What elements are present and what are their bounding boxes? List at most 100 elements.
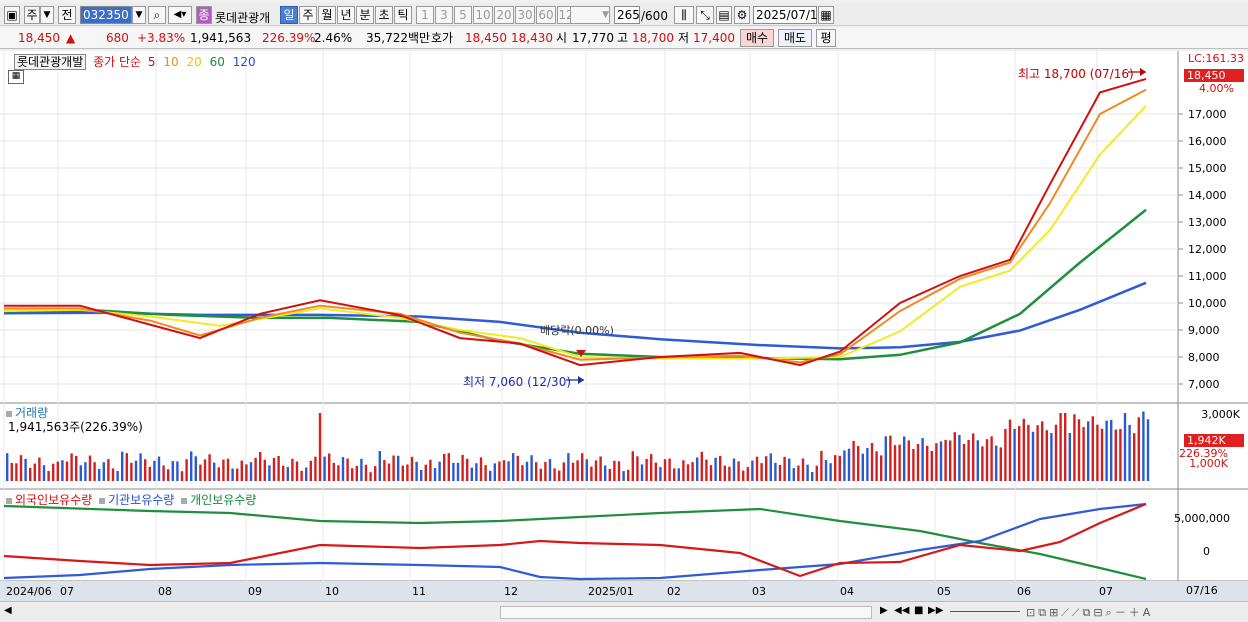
zoom-slider[interactable] — [950, 611, 1020, 612]
volume-bar — [811, 472, 814, 481]
volume-bar — [387, 463, 391, 481]
prev-button[interactable]: 전 — [58, 6, 76, 24]
volume-bar — [548, 458, 552, 481]
window-menu-icon[interactable]: ▣ — [4, 6, 20, 24]
volume-bar — [268, 465, 271, 481]
volume-bar — [415, 461, 418, 481]
volume-bar — [1064, 413, 1067, 481]
volume-bar — [111, 468, 115, 481]
volume-bar — [953, 432, 956, 481]
period-tab-0[interactable]: 일 — [280, 6, 298, 24]
individual-holding-label[interactable]: 개인보유수량 — [190, 493, 256, 507]
speaker-icon[interactable]: ◀▾ — [168, 6, 192, 24]
volume-bar — [378, 451, 381, 481]
chart-canvas[interactable]: 17,000 16,000 15,000 14,000 13,000 12,000 11,0… — [0, 51, 1248, 601]
volume-bar — [470, 467, 473, 481]
ma60-label[interactable]: 60 — [210, 55, 225, 69]
volume-bar — [571, 462, 575, 481]
volume-bar — [226, 458, 230, 481]
volume-bar — [203, 459, 207, 481]
period-tab-4[interactable]: 분 — [356, 6, 374, 24]
period-tab-2[interactable]: 월 — [318, 6, 336, 24]
x-axis-label: 07 — [1099, 585, 1113, 598]
market-dropdown-icon[interactable]: ▼ — [40, 6, 54, 24]
fast-forward-icon[interactable]: ▶▶ — [928, 605, 943, 616]
volume-bar — [893, 445, 897, 481]
ma20-label[interactable]: 20 — [186, 55, 201, 69]
stop-icon[interactable]: ■ — [914, 605, 923, 616]
drawing-tools[interactable]: ⊡⧉⊞⟋⟋⧉⊟⌕－＋A — [1026, 604, 1153, 620]
date-input[interactable]: 2025/07/16 — [753, 6, 825, 24]
volume-bar — [622, 471, 625, 481]
buy-button[interactable]: 매수 — [740, 29, 774, 47]
search-icon[interactable]: ⌕ — [148, 6, 166, 24]
ma120-label[interactable]: 120 — [233, 55, 256, 69]
volume-bar — [723, 465, 726, 481]
volume-bar — [535, 462, 538, 481]
volume-bar — [1036, 425, 1039, 481]
save-icon[interactable]: ▤ — [716, 6, 732, 24]
eval-button[interactable]: 평 — [816, 29, 836, 47]
volume-bar — [792, 468, 795, 481]
tool-icon[interactable]: ⤡ — [696, 6, 714, 24]
volume-bar — [1059, 413, 1062, 481]
period-tab-1[interactable]: 주 — [299, 6, 317, 24]
period-tab-3[interactable]: 년 — [337, 6, 355, 24]
volume-bar — [512, 453, 515, 481]
volume-bar — [332, 462, 335, 481]
volume-bar — [516, 455, 519, 481]
volume-bar — [217, 467, 220, 481]
candle-icon[interactable]: ⫼ — [674, 6, 694, 24]
volume-bar — [829, 463, 832, 481]
code-dropdown-icon[interactable]: ▼ — [132, 6, 146, 24]
low-price: 17,400 — [693, 31, 735, 45]
interval-button-10[interactable]: 10 — [473, 6, 493, 24]
interval-button-60[interactable]: 60 — [536, 6, 556, 24]
interval-dropdown[interactable]: ▼ — [570, 6, 610, 24]
table-icon[interactable]: ▦ — [8, 70, 24, 84]
ma10-label[interactable]: 10 — [163, 55, 178, 69]
count-input[interactable]: 265 — [614, 6, 640, 24]
volume-bar — [360, 458, 363, 481]
ma5-label[interactable]: 5 — [148, 55, 156, 69]
stock-code-input[interactable]: 032350 — [80, 6, 132, 24]
stock-name-tag[interactable]: 롯데관광개발 — [14, 54, 87, 70]
period-tab-6[interactable]: 틱 — [394, 6, 412, 24]
institution-holding-label[interactable]: 기관보유수량 — [108, 493, 174, 507]
interval-button-20[interactable]: 20 — [494, 6, 514, 24]
volume-bar — [190, 451, 193, 481]
gear-icon[interactable]: ⚙ — [734, 6, 750, 24]
volume-bar — [930, 451, 933, 481]
scroll-right-icon[interactable]: ▶ — [880, 605, 888, 616]
calendar-icon[interactable]: ▦ — [818, 6, 834, 24]
volume-bar — [581, 453, 584, 481]
volume-bar — [585, 459, 588, 481]
interval-button-30[interactable]: 30 — [515, 6, 535, 24]
volume-bar — [56, 461, 59, 481]
interval-button-5[interactable]: 5 — [454, 6, 472, 24]
sell-button[interactable]: 매도 — [778, 29, 812, 47]
scroll-left-icon[interactable]: ◀ — [4, 605, 12, 616]
price-legend: 롯데관광개발 종가 단순 5 10 20 60 120 — [14, 53, 256, 70]
scroll-thumb[interactable] — [500, 606, 872, 619]
market-select[interactable]: 주 — [24, 6, 40, 24]
volume-box: 1,942K — [1184, 434, 1244, 447]
chart-area[interactable]: 17,000 16,000 15,000 14,000 13,000 12,000 11,0… — [0, 51, 1248, 601]
foreign-holding-label[interactable]: 외국인보유수량 — [15, 493, 92, 507]
volume-bar — [1073, 414, 1076, 481]
volume-bar — [171, 461, 174, 481]
volume-bar — [19, 455, 23, 481]
interval-button-1[interactable]: 1 — [416, 6, 434, 24]
interval-button-3[interactable]: 3 — [435, 6, 453, 24]
volume-bar — [323, 456, 326, 481]
period-tab-5[interactable]: 초 — [375, 6, 393, 24]
volume-bar — [102, 462, 105, 481]
volume-bar — [70, 453, 73, 481]
volume-bar — [916, 444, 920, 481]
volume-bar — [424, 464, 427, 481]
volume-bar — [305, 467, 308, 481]
volume-bar — [857, 445, 860, 481]
rewind-icon[interactable]: ◀◀ — [894, 605, 909, 616]
volume-bar — [889, 435, 892, 481]
volume-bar — [1091, 416, 1094, 481]
